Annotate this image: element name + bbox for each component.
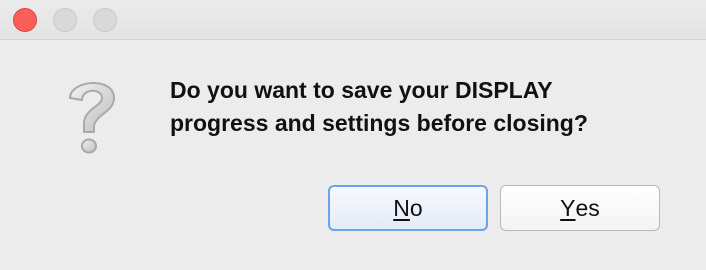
no-button[interactable]: No [328,185,488,231]
close-window-button[interactable] [13,8,37,32]
yes-button-label: es [575,194,600,221]
yes-button-mnemonic: Y [560,194,576,221]
question-mark-icon [60,72,124,162]
dialog-message: Do you want to save your DISPLAY progres… [170,74,680,140]
message-line-2: progress and settings before closing? [170,110,588,136]
no-button-label: o [409,194,423,221]
title-bar [0,0,706,40]
dialog-window: Do you want to save your DISPLAY progres… [0,0,706,270]
minimize-window-button[interactable] [53,8,77,32]
dialog-content: Do you want to save your DISPLAY progres… [0,40,706,270]
message-line-1: Do you want to save your DISPLAY [170,77,553,103]
yes-button[interactable]: Yes [500,185,660,231]
no-button-mnemonic: N [393,194,410,221]
maximize-window-button[interactable] [93,8,117,32]
